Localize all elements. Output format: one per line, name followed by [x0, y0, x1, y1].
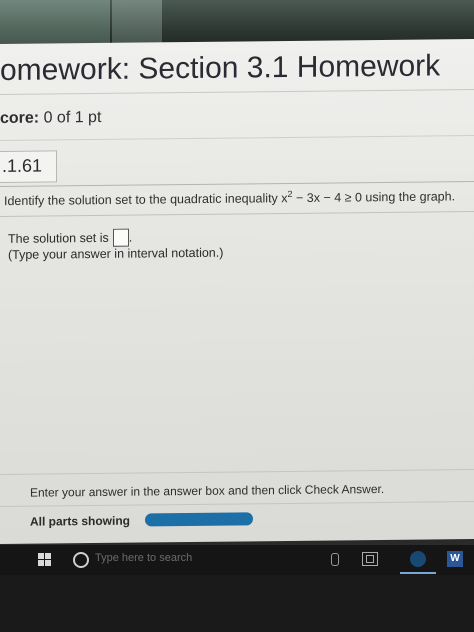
divider: [0, 469, 474, 475]
parts-showing-label: All parts showing: [30, 513, 131, 529]
prompt-text-end: − 3x − 4 ≥ 0 using the graph.: [292, 189, 456, 206]
monitor-bezel: [0, 575, 474, 632]
active-app-indicator: [400, 572, 436, 574]
solution-hint: (Type your answer in interval notation.): [8, 245, 224, 262]
solution-period: .: [128, 230, 133, 245]
score: core: 0 of 1 pt: [0, 109, 101, 128]
windows-taskbar: Type here to search W: [0, 545, 474, 575]
task-view-icon[interactable]: [362, 552, 378, 566]
divider: [0, 181, 474, 187]
question-number-box: .1.61: [0, 150, 57, 183]
prompt-text: Identify the solution set to the quadrat…: [4, 191, 288, 209]
divider: [0, 135, 474, 141]
solution-line: The solution set is .: [8, 228, 133, 248]
footer-instruction: Enter your answer in the answer box and …: [30, 481, 385, 500]
divider: [0, 211, 474, 217]
score-label: core:: [0, 109, 40, 127]
cortana-circle-icon[interactable]: [73, 552, 89, 568]
question-prompt: Identify the solution set to the quadrat…: [4, 187, 455, 208]
question-number: .1.61: [2, 155, 43, 176]
background-window-reflection: [112, 0, 162, 46]
windows-start-icon[interactable]: [38, 553, 52, 567]
homework-page: omework: Section 3.1 Homework core: 0 of…: [0, 39, 474, 544]
answer-input-box[interactable]: [112, 228, 129, 247]
parts-progress-bar: [145, 512, 253, 527]
microphone-icon[interactable]: [331, 553, 339, 566]
score-value: 0 of 1 pt: [43, 108, 102, 127]
divider: [0, 501, 474, 507]
browser-icon[interactable]: [410, 551, 426, 567]
divider: [0, 89, 474, 95]
word-app-icon[interactable]: W: [447, 551, 463, 567]
page-title: omework: Section 3.1 Homework: [0, 49, 441, 87]
background-window-reflection: [0, 0, 110, 46]
taskbar-search-input[interactable]: Type here to search: [95, 552, 192, 564]
solution-label: The solution set is: [8, 230, 109, 246]
